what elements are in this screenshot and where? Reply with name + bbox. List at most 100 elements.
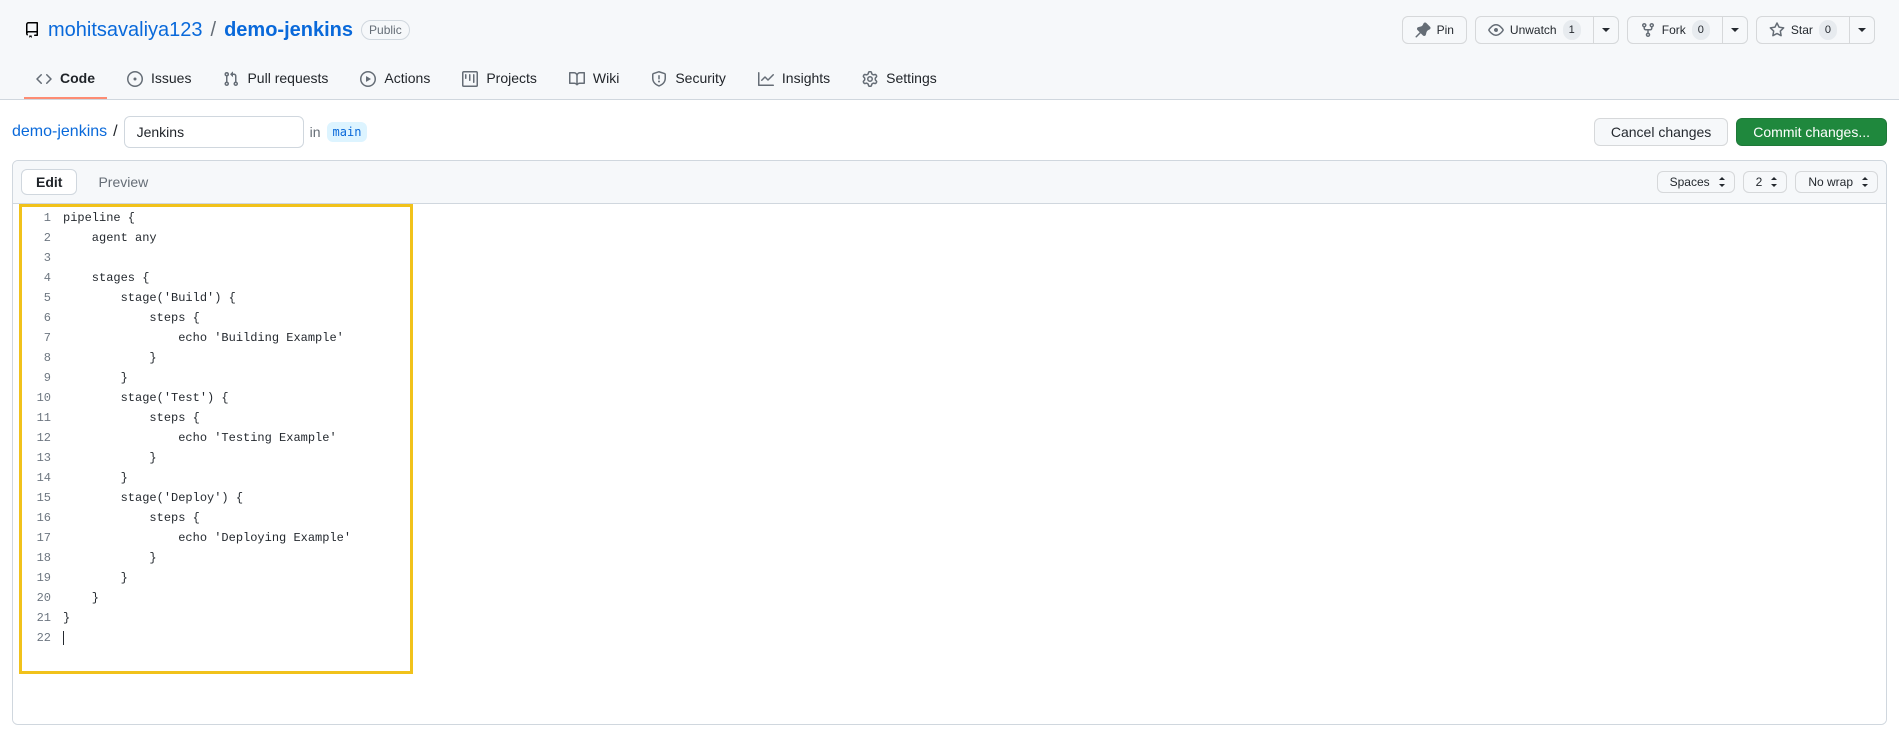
- nav-insights[interactable]: Insights: [746, 60, 842, 99]
- nav-code-label: Code: [60, 68, 95, 89]
- text-cursor: [63, 631, 64, 645]
- star-dropdown-button[interactable]: [1850, 16, 1875, 44]
- nav-settings[interactable]: Settings: [850, 60, 949, 99]
- indent-size-value: 2: [1756, 175, 1763, 189]
- line-number-gutter: 12345678910111213141516171819202122: [13, 204, 63, 724]
- code-line[interactable]: }: [63, 608, 351, 628]
- line-number: 10: [13, 388, 51, 408]
- code-line[interactable]: stage('Deploy') {: [63, 488, 351, 508]
- pin-button[interactable]: Pin: [1402, 16, 1467, 44]
- star-icon: [1769, 22, 1785, 38]
- line-number: 17: [13, 528, 51, 548]
- line-number: 22: [13, 628, 51, 648]
- graph-icon: [758, 71, 774, 87]
- code-line[interactable]: [63, 628, 351, 648]
- nav-actions[interactable]: Actions: [348, 60, 442, 99]
- line-number: 13: [13, 448, 51, 468]
- code-line[interactable]: echo 'Testing Example': [63, 428, 351, 448]
- wrap-value: No wrap: [1808, 175, 1853, 189]
- shield-icon: [651, 71, 667, 87]
- code-line[interactable]: [63, 248, 351, 268]
- editor-header: Edit Preview Spaces 2 No wrap: [13, 161, 1886, 204]
- fork-button-group: Fork 0: [1627, 16, 1748, 44]
- unwatch-button[interactable]: Unwatch 1: [1475, 16, 1594, 44]
- repo-name-link[interactable]: demo-jenkins: [224, 19, 353, 42]
- code-line[interactable]: }: [63, 468, 351, 488]
- star-button[interactable]: Star 0: [1756, 16, 1850, 44]
- file-path-left: demo-jenkins / in main: [12, 116, 367, 148]
- fork-label: Fork: [1662, 20, 1686, 40]
- branch-pill[interactable]: main: [327, 122, 368, 142]
- fork-button[interactable]: Fork 0: [1627, 16, 1723, 44]
- book-icon: [569, 71, 585, 87]
- line-number: 5: [13, 288, 51, 308]
- code-line[interactable]: }: [63, 448, 351, 468]
- code-line[interactable]: steps {: [63, 308, 351, 328]
- code-line[interactable]: agent any: [63, 228, 351, 248]
- code-line[interactable]: }: [63, 348, 351, 368]
- code-line[interactable]: echo 'Deploying Example': [63, 528, 351, 548]
- fork-count: 0: [1692, 20, 1710, 40]
- repo-title-left: mohitsavaliya123 / demo-jenkins Public: [24, 19, 410, 42]
- repo-separator: /: [211, 19, 217, 42]
- repo-icon: [24, 22, 40, 38]
- nav-security[interactable]: Security: [639, 60, 738, 99]
- watch-dropdown-button[interactable]: [1594, 16, 1619, 44]
- breadcrumb-repo-link[interactable]: demo-jenkins: [12, 123, 107, 141]
- code-line[interactable]: pipeline {: [63, 208, 351, 228]
- commit-changes-button[interactable]: Commit changes...: [1736, 118, 1887, 146]
- nav-security-label: Security: [675, 68, 726, 89]
- code-editor[interactable]: 12345678910111213141516171819202122 pipe…: [13, 204, 1886, 724]
- tab-edit[interactable]: Edit: [21, 169, 77, 195]
- nav-code[interactable]: Code: [24, 60, 107, 99]
- line-number: 15: [13, 488, 51, 508]
- code-line[interactable]: echo 'Building Example': [63, 328, 351, 348]
- line-number: 21: [13, 608, 51, 628]
- line-number: 20: [13, 588, 51, 608]
- fork-dropdown-button[interactable]: [1723, 16, 1748, 44]
- wrap-select[interactable]: No wrap: [1795, 171, 1878, 193]
- nav-projects[interactable]: Projects: [450, 60, 549, 99]
- code-line[interactable]: }: [63, 588, 351, 608]
- line-number: 11: [13, 408, 51, 428]
- cancel-changes-button[interactable]: Cancel changes: [1594, 118, 1728, 146]
- chevron-down-icon: [1858, 28, 1866, 32]
- eye-icon: [1488, 22, 1504, 38]
- nav-projects-label: Projects: [486, 68, 537, 89]
- in-text: in: [310, 124, 321, 140]
- pull-request-icon: [223, 71, 239, 87]
- line-number: 6: [13, 308, 51, 328]
- code-line[interactable]: }: [63, 568, 351, 588]
- line-number: 7: [13, 328, 51, 348]
- indent-size-select[interactable]: 2: [1743, 171, 1788, 193]
- issue-icon: [127, 71, 143, 87]
- code-line[interactable]: }: [63, 368, 351, 388]
- code-line[interactable]: stage('Test') {: [63, 388, 351, 408]
- code-line[interactable]: steps {: [63, 508, 351, 528]
- code-content[interactable]: pipeline { agent any stages { stage('Bui…: [63, 204, 351, 724]
- editor-box: Edit Preview Spaces 2 No wrap 1234567891…: [12, 160, 1887, 725]
- code-line[interactable]: steps {: [63, 408, 351, 428]
- star-button-group: Star 0: [1756, 16, 1875, 44]
- nav-wiki[interactable]: Wiki: [557, 60, 631, 99]
- repo-owner-link[interactable]: mohitsavaliya123: [48, 19, 203, 42]
- nav-pull-requests[interactable]: Pull requests: [211, 60, 340, 99]
- nav-actions-label: Actions: [384, 68, 430, 89]
- indent-mode-select[interactable]: Spaces: [1657, 171, 1735, 193]
- file-path-bar: demo-jenkins / in main Cancel changes Co…: [0, 100, 1899, 160]
- line-number: 8: [13, 348, 51, 368]
- tab-preview[interactable]: Preview: [83, 169, 163, 195]
- code-line[interactable]: }: [63, 548, 351, 568]
- repo-title-row: mohitsavaliya123 / demo-jenkins Public P…: [24, 16, 1875, 44]
- pin-label: Pin: [1437, 20, 1454, 40]
- code-line[interactable]: stage('Build') {: [63, 288, 351, 308]
- editor-controls: Spaces 2 No wrap: [1657, 171, 1878, 193]
- nav-settings-label: Settings: [886, 68, 937, 89]
- filename-input[interactable]: [124, 116, 304, 148]
- repo-nav: Code Issues Pull requests Actions Projec…: [24, 60, 1875, 99]
- code-line[interactable]: stages {: [63, 268, 351, 288]
- nav-issues[interactable]: Issues: [115, 60, 203, 99]
- repo-header: mohitsavaliya123 / demo-jenkins Public P…: [0, 0, 1899, 100]
- indent-mode-value: Spaces: [1670, 175, 1710, 189]
- nav-insights-label: Insights: [782, 68, 830, 89]
